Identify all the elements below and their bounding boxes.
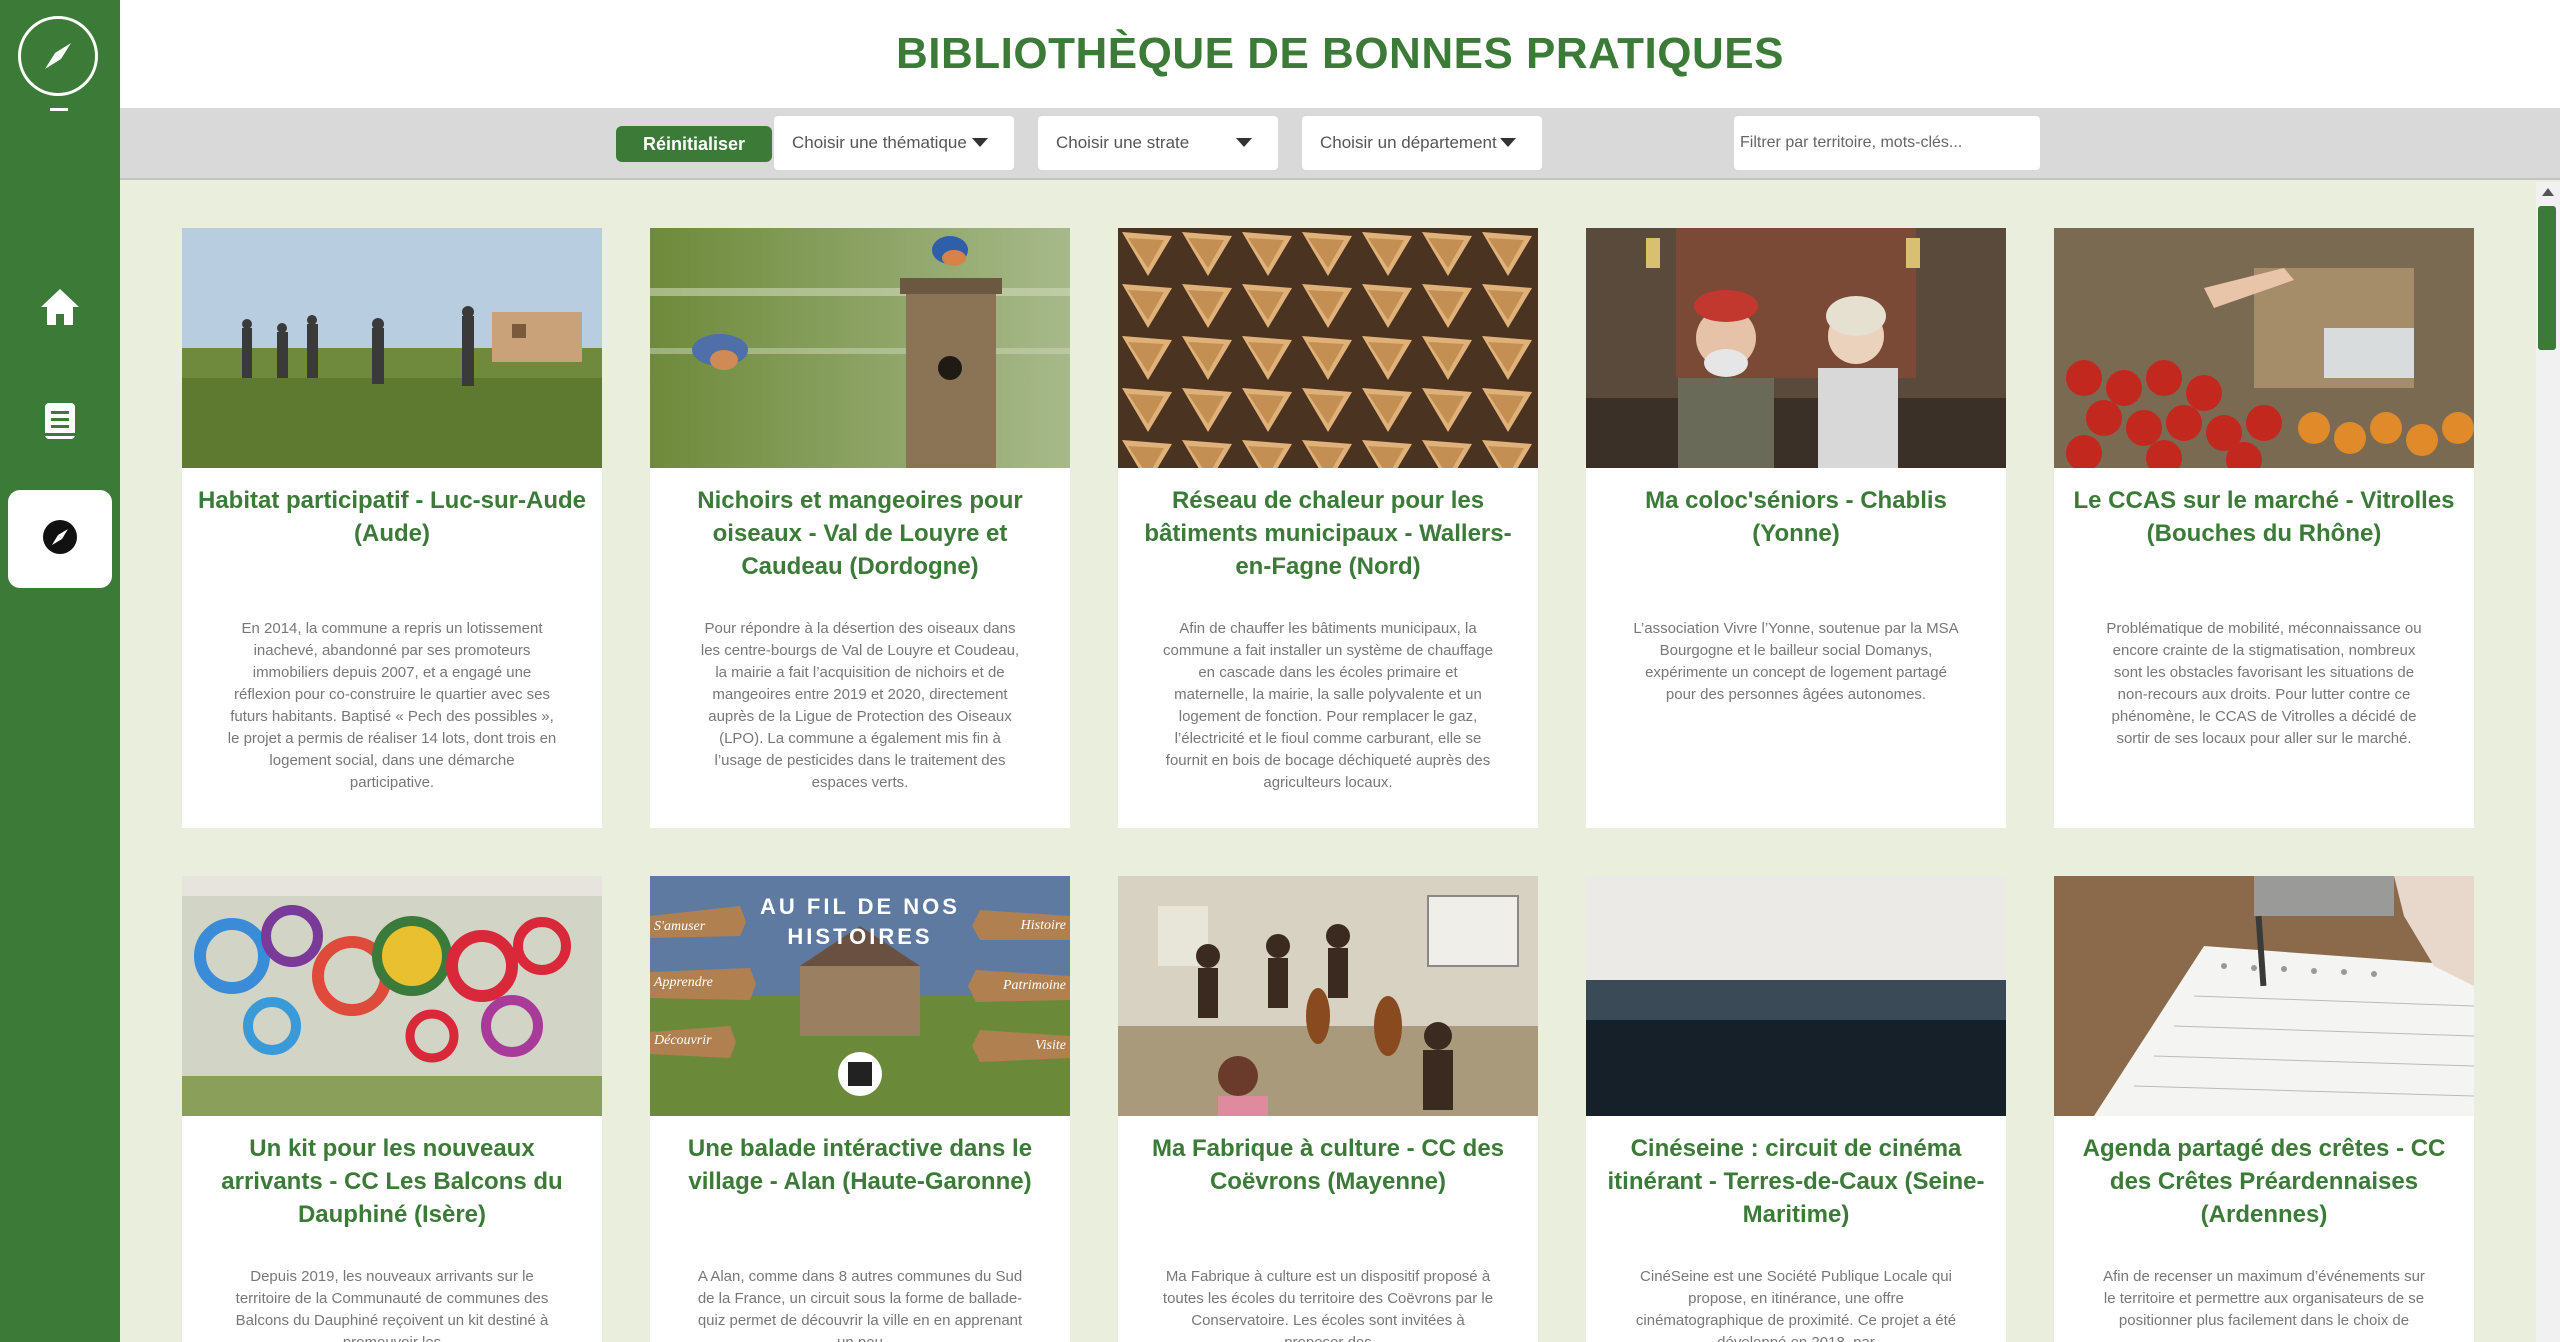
card-image (1586, 876, 2006, 1116)
card-description: A Alan, comme dans 8 autres communes du … (697, 1268, 1023, 1342)
sidebar (0, 0, 120, 1342)
card-image (1118, 228, 1538, 468)
sidebar-item-explore[interactable] (8, 490, 112, 588)
compass-icon (41, 518, 79, 560)
sign-label: Apprendre (654, 975, 713, 990)
scrollbar[interactable] (2536, 182, 2560, 1342)
scrollbar-thumb[interactable] (2538, 206, 2556, 350)
chevron-down-icon (1500, 138, 1516, 147)
card-image (650, 228, 1070, 468)
card-description: Afin de chauffer les bâtiments municipau… (1163, 620, 1493, 791)
card-image (2054, 876, 2474, 1116)
card-title: Le CCAS sur le marché - Vitrolles (Bouch… (2073, 487, 2455, 547)
practice-card[interactable]: Un kit pour les nouveaux arrivants - CC … (182, 876, 602, 1342)
card-description: Depuis 2019, les nouveaux arrivants sur … (235, 1268, 549, 1342)
card-description: L’association Vivre l’Yonne, soutenue pa… (1633, 620, 1959, 703)
departement-select[interactable]: Choisir un département (1302, 116, 1542, 170)
page-title: BIBLIOTHÈQUE DE BONNES PRATIQUES (896, 29, 1784, 78)
compass-logo-icon[interactable] (18, 16, 98, 96)
practice-card[interactable]: Nichoirs et mangeoires pour oiseaux - Va… (650, 228, 1070, 828)
card-image: AU FIL DE NOS HISTOIRES S'amuser Apprend… (650, 876, 1070, 1116)
card-title: Un kit pour les nouveaux arrivants - CC … (221, 1135, 563, 1228)
practice-card[interactable]: Agenda partagé des crêtes - CC des Crête… (2054, 876, 2474, 1342)
sign-label: S'amuser (654, 919, 706, 934)
logo-underline (50, 108, 68, 111)
card-description: En 2014, la commune a repris un lotissem… (227, 620, 557, 791)
practice-card[interactable]: Cinéseine : circuit de cinéma itinérant … (1586, 876, 2006, 1342)
card-title: Habitat participatif - Luc-sur-Aude (Aud… (197, 487, 587, 547)
departement-select-label: Choisir un département (1320, 133, 1497, 152)
book-icon (43, 401, 77, 445)
sign-label: Découvrir (654, 1033, 712, 1048)
page-header: BIBLIOTHÈQUE DE BONNES PRATIQUES (120, 0, 2560, 108)
card-title: Ma Fabrique à culture - CC des Coëvrons … (1151, 1135, 1505, 1195)
reset-button[interactable]: Réinitialiser (616, 126, 772, 162)
card-description: Ma Fabrique à culture est un dispositif … (1162, 1268, 1494, 1342)
card-description: Afin de recenser un maximum d’événements… (2103, 1268, 2425, 1329)
card-image (182, 228, 602, 468)
filter-bar: Réinitialiser Choisir une thématique Cho… (120, 108, 2560, 180)
card-title: Cinéseine : circuit de cinéma itinérant … (1607, 1135, 1985, 1228)
card-image (1586, 228, 2006, 468)
practice-card[interactable]: Ma coloc'séniors - Chablis (Yonne) L’ass… (1586, 228, 2006, 828)
card-image (1118, 876, 1538, 1116)
strate-select-label: Choisir une strate (1056, 133, 1190, 152)
chevron-down-icon (972, 138, 988, 147)
image-banner-text: AU FIL DE NOS HISTOIRES (760, 894, 960, 949)
strate-select[interactable]: Choisir une strate (1038, 116, 1278, 170)
home-icon (39, 287, 81, 331)
practice-card[interactable]: AU FIL DE NOS HISTOIRES S'amuser Apprend… (650, 876, 1070, 1342)
thematique-select[interactable]: Choisir une thématique (774, 116, 1014, 170)
practice-card[interactable]: Habitat participatif - Luc-sur-Aude (Aud… (182, 228, 602, 828)
practice-card[interactable]: Réseau de chaleur pour les bâtiments mun… (1118, 228, 1538, 828)
card-title: Une balade intéractive dans le village -… (687, 1135, 1033, 1195)
card-image (2054, 228, 2474, 468)
sign-label: Patrimoine (1003, 978, 1066, 993)
search-input[interactable] (1734, 116, 2040, 170)
sign-label: Visite (1035, 1038, 1066, 1053)
card-description: Pour répondre à la désertion des oiseaux… (700, 620, 1020, 791)
thematique-select-label: Choisir une thématique (792, 133, 967, 152)
card-image (182, 876, 602, 1116)
sign-label: Histoire (1020, 918, 1066, 933)
card-description: Problématique de mobilité, méconnaissanc… (2106, 620, 2422, 747)
card-title: Nichoirs et mangeoires pour oiseaux - Va… (697, 487, 1023, 580)
sidebar-item-library[interactable] (8, 374, 112, 472)
card-description: CinéSeine est une Société Publique Local… (1635, 1268, 1957, 1342)
card-title: Ma coloc'séniors - Chablis (Yonne) (1645, 487, 1947, 547)
sidebar-item-home[interactable] (8, 260, 112, 358)
practice-card[interactable]: Le CCAS sur le marché - Vitrolles (Bouch… (2054, 228, 2474, 828)
card-title: Agenda partagé des crêtes - CC des Crête… (2082, 1135, 2446, 1228)
chevron-down-icon (1236, 138, 1252, 147)
card-title: Réseau de chaleur pour les bâtiments mun… (1144, 487, 1512, 580)
practice-card[interactable]: Ma Fabrique à culture - CC des Coëvrons … (1118, 876, 1538, 1342)
scroll-up-icon[interactable] (2542, 188, 2554, 196)
